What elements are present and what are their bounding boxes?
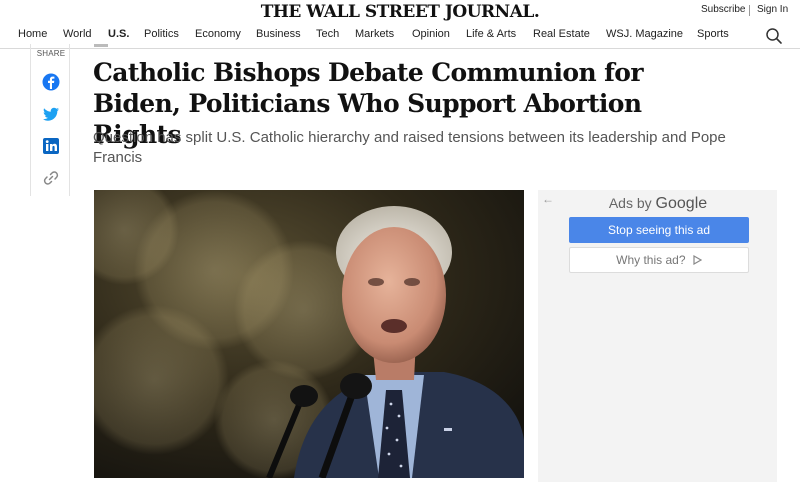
- back-arrow-icon[interactable]: ←: [542, 192, 554, 206]
- nav-item-sports[interactable]: Sports: [697, 28, 729, 40]
- account-divider: [749, 5, 750, 16]
- nav-item-wsj-magazine[interactable]: WSJ. Magazine: [606, 28, 683, 40]
- twitter-icon[interactable]: [41, 104, 61, 124]
- nav-item-home[interactable]: Home: [18, 28, 47, 40]
- lead-photo: [94, 190, 524, 478]
- nav-item-business[interactable]: Business: [256, 28, 301, 40]
- nav-item-real-estate[interactable]: Real Estate: [533, 28, 590, 40]
- ads-by-google: Ads by Google: [568, 195, 748, 213]
- nav-item-economy[interactable]: Economy: [195, 28, 241, 40]
- linkedin-icon[interactable]: [41, 136, 61, 156]
- share-rail: SHARE: [30, 44, 70, 196]
- nav-item-world[interactable]: World: [63, 28, 92, 40]
- link-icon[interactable]: [41, 168, 61, 188]
- search-icon[interactable]: [765, 27, 783, 45]
- section-kicker: [94, 44, 108, 47]
- nav-item-opinion[interactable]: Opinion: [412, 28, 450, 40]
- sign-in-link[interactable]: Sign In: [757, 4, 788, 15]
- facebook-icon[interactable]: [41, 72, 61, 92]
- wsj-logo[interactable]: THE WALL STREET JOURNAL.: [0, 2, 800, 22]
- nav-item-us[interactable]: U.S.: [108, 28, 129, 40]
- section-nav: Home World U.S. Politics Economy Busines…: [0, 23, 800, 49]
- why-this-ad-label: Why this ad?: [616, 253, 686, 267]
- adchoices-icon: [689, 253, 703, 267]
- subscribe-link[interactable]: Subscribe: [701, 4, 745, 15]
- nav-item-life-arts[interactable]: Life & Arts: [466, 28, 516, 40]
- ads-by-label: Ads by: [608, 195, 652, 211]
- stop-seeing-ad-button[interactable]: Stop seeing this ad: [569, 217, 749, 243]
- nav-item-markets[interactable]: Markets: [355, 28, 394, 40]
- ad-container: ← Ads by Google Stop seeing this ad Why …: [538, 190, 777, 482]
- article-dek: Question has split U.S. Catholic hierarc…: [93, 129, 726, 166]
- google-wordmark: Google: [655, 195, 708, 212]
- share-label: SHARE: [36, 49, 66, 58]
- masthead: THE WALL STREET JOURNAL. Subscribe Sign …: [0, 0, 800, 22]
- why-this-ad-button[interactable]: Why this ad?: [569, 247, 749, 273]
- nav-item-politics[interactable]: Politics: [144, 28, 179, 40]
- nav-item-tech[interactable]: Tech: [316, 28, 339, 40]
